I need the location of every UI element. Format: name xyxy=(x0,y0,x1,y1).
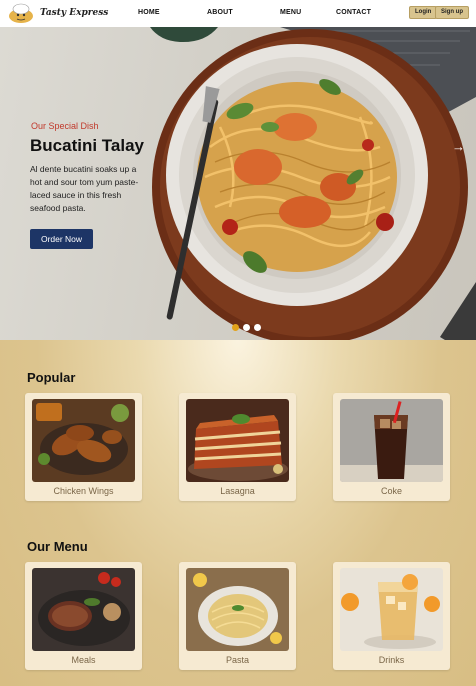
hero-title: Bucatini Talay xyxy=(30,136,144,155)
card-label: Lasagna xyxy=(220,486,255,496)
chef-logo-icon xyxy=(9,3,33,23)
nav-home[interactable]: HOME xyxy=(138,9,160,16)
nav-menu[interactable]: MENU xyxy=(280,9,301,16)
menu-card-meals[interactable]: Meals xyxy=(25,562,142,670)
slider-dot-1[interactable] xyxy=(232,324,239,331)
pasta-image xyxy=(186,568,289,651)
order-now-button[interactable]: Order Now xyxy=(30,229,93,249)
menu-card-pasta[interactable]: Pasta xyxy=(179,562,296,670)
login-button[interactable]: Login xyxy=(409,6,438,19)
hero-description: Al dente bucatini soaks up a hot and sou… xyxy=(30,164,139,213)
steak-meal-image xyxy=(32,568,135,651)
slider-dots xyxy=(232,324,261,331)
menu-card-drinks[interactable]: Drinks xyxy=(333,562,450,670)
iced-tea-image xyxy=(340,568,443,651)
card-label: Coke xyxy=(380,486,402,496)
card-label: Chicken Wings xyxy=(53,486,114,496)
popular-card-lasagna[interactable]: Lasagna xyxy=(179,393,296,501)
card-label: Meals xyxy=(71,655,96,665)
slider-dot-3[interactable] xyxy=(254,324,261,331)
slider-dot-2[interactable] xyxy=(243,324,250,331)
next-arrow-icon[interactable]: → xyxy=(452,139,465,154)
hero-kicker: Our Special Dish xyxy=(31,121,99,131)
brand[interactable]: Tasty Express xyxy=(7,2,108,24)
signup-button[interactable]: Sign up xyxy=(435,6,469,19)
popular-card-coke[interactable]: Coke xyxy=(333,393,450,501)
lasagna-image xyxy=(186,399,289,482)
card-label: Pasta xyxy=(225,655,249,665)
our-menu-title: Our Menu xyxy=(27,539,88,554)
top-nav: Tasty Express HOME ABOUT MENU CONTACT Lo… xyxy=(0,0,476,27)
hero-banner: Our Special Dish Bucatini Talay Al dente… xyxy=(0,27,476,340)
coke-image xyxy=(340,399,443,482)
popular-card-chicken-wings[interactable]: Chicken Wings xyxy=(25,393,142,501)
brand-name: Tasty Express xyxy=(40,8,109,18)
chicken-wings-image xyxy=(32,399,135,482)
card-label: Drinks xyxy=(378,655,405,665)
popular-title: Popular xyxy=(27,370,76,385)
nav-about[interactable]: ABOUT xyxy=(207,9,233,16)
nav-contact[interactable]: CONTACT xyxy=(336,9,371,16)
